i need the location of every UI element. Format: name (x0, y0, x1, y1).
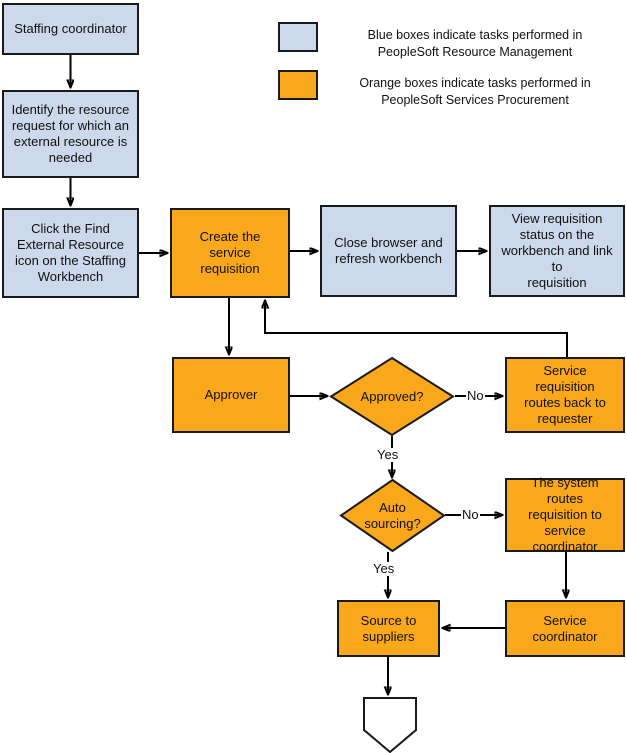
node-service-coordinator-label: Service coordinator (532, 612, 598, 644)
node-staffing-coordinator[interactable]: Staffing coordinator (2, 3, 139, 55)
node-auto-sourcing-decision-label: Auto sourcing? (364, 499, 421, 531)
node-close-browser-refresh-label: Close browser and refresh workbench (334, 235, 443, 266)
node-create-service-requisition-label: Create the service requisition (199, 229, 261, 276)
node-staffing-coordinator-label: Staffing coordinator (14, 21, 127, 36)
node-routes-back-to-requester[interactable]: Service requisition routes back to reque… (505, 357, 625, 433)
legend-swatch-blue (278, 22, 318, 52)
node-view-requisition-status-label: View requisition status on the workbench… (501, 211, 613, 290)
legend-swatch-orange (278, 70, 318, 100)
pentagon-terminator-shape (363, 697, 417, 753)
node-approver[interactable]: Approver (172, 357, 290, 433)
legend-label-orange: Orange boxes indicate tasks performed in… (359, 76, 591, 107)
node-identify-resource-request[interactable]: Identify the resource request for which … (2, 90, 139, 178)
edge-label-approved-yes: Yes (376, 447, 400, 462)
node-auto-sourcing-decision[interactable]: Auto sourcing? (339, 478, 446, 553)
node-system-routes-requisition[interactable]: The system routes requisition to service… (505, 475, 625, 554)
node-system-routes-requisition-label: The system routes requisition to service… (528, 475, 602, 554)
edge-label-auto-sourcing-yes: Yes (372, 561, 396, 576)
node-end-terminator (362, 696, 418, 753)
node-approved-decision[interactable]: Approved? (329, 356, 455, 437)
edge-label-approved-no: No (466, 388, 485, 403)
edge-routesback-to-create (265, 301, 568, 357)
node-create-service-requisition[interactable]: Create the service requisition (170, 208, 290, 298)
legend-label-blue: Blue boxes indicate tasks performed in P… (367, 28, 583, 59)
node-identify-resource-request-label: Identify the resource request for which … (11, 102, 130, 165)
flowchart-canvas: Blue boxes indicate tasks performed in P… (0, 0, 627, 753)
node-view-requisition-status[interactable]: View requisition status on the workbench… (489, 205, 625, 297)
node-click-find-external-resource-label: Click the Find External Resource icon on… (14, 221, 127, 284)
node-source-to-suppliers[interactable]: Source to suppliers (337, 600, 440, 657)
node-service-coordinator[interactable]: Service coordinator (505, 600, 625, 657)
node-close-browser-refresh[interactable]: Close browser and refresh workbench (320, 205, 457, 297)
edge-label-auto-sourcing-no: No (461, 507, 480, 522)
node-source-to-suppliers-label: Source to suppliers (360, 612, 417, 644)
node-routes-back-to-requester-label: Service requisition routes back to reque… (524, 363, 606, 426)
node-click-find-external-resource[interactable]: Click the Find External Resource icon on… (2, 208, 139, 298)
node-approver-label: Approver (204, 387, 258, 402)
node-approved-decision-label: Approved? (360, 388, 424, 404)
